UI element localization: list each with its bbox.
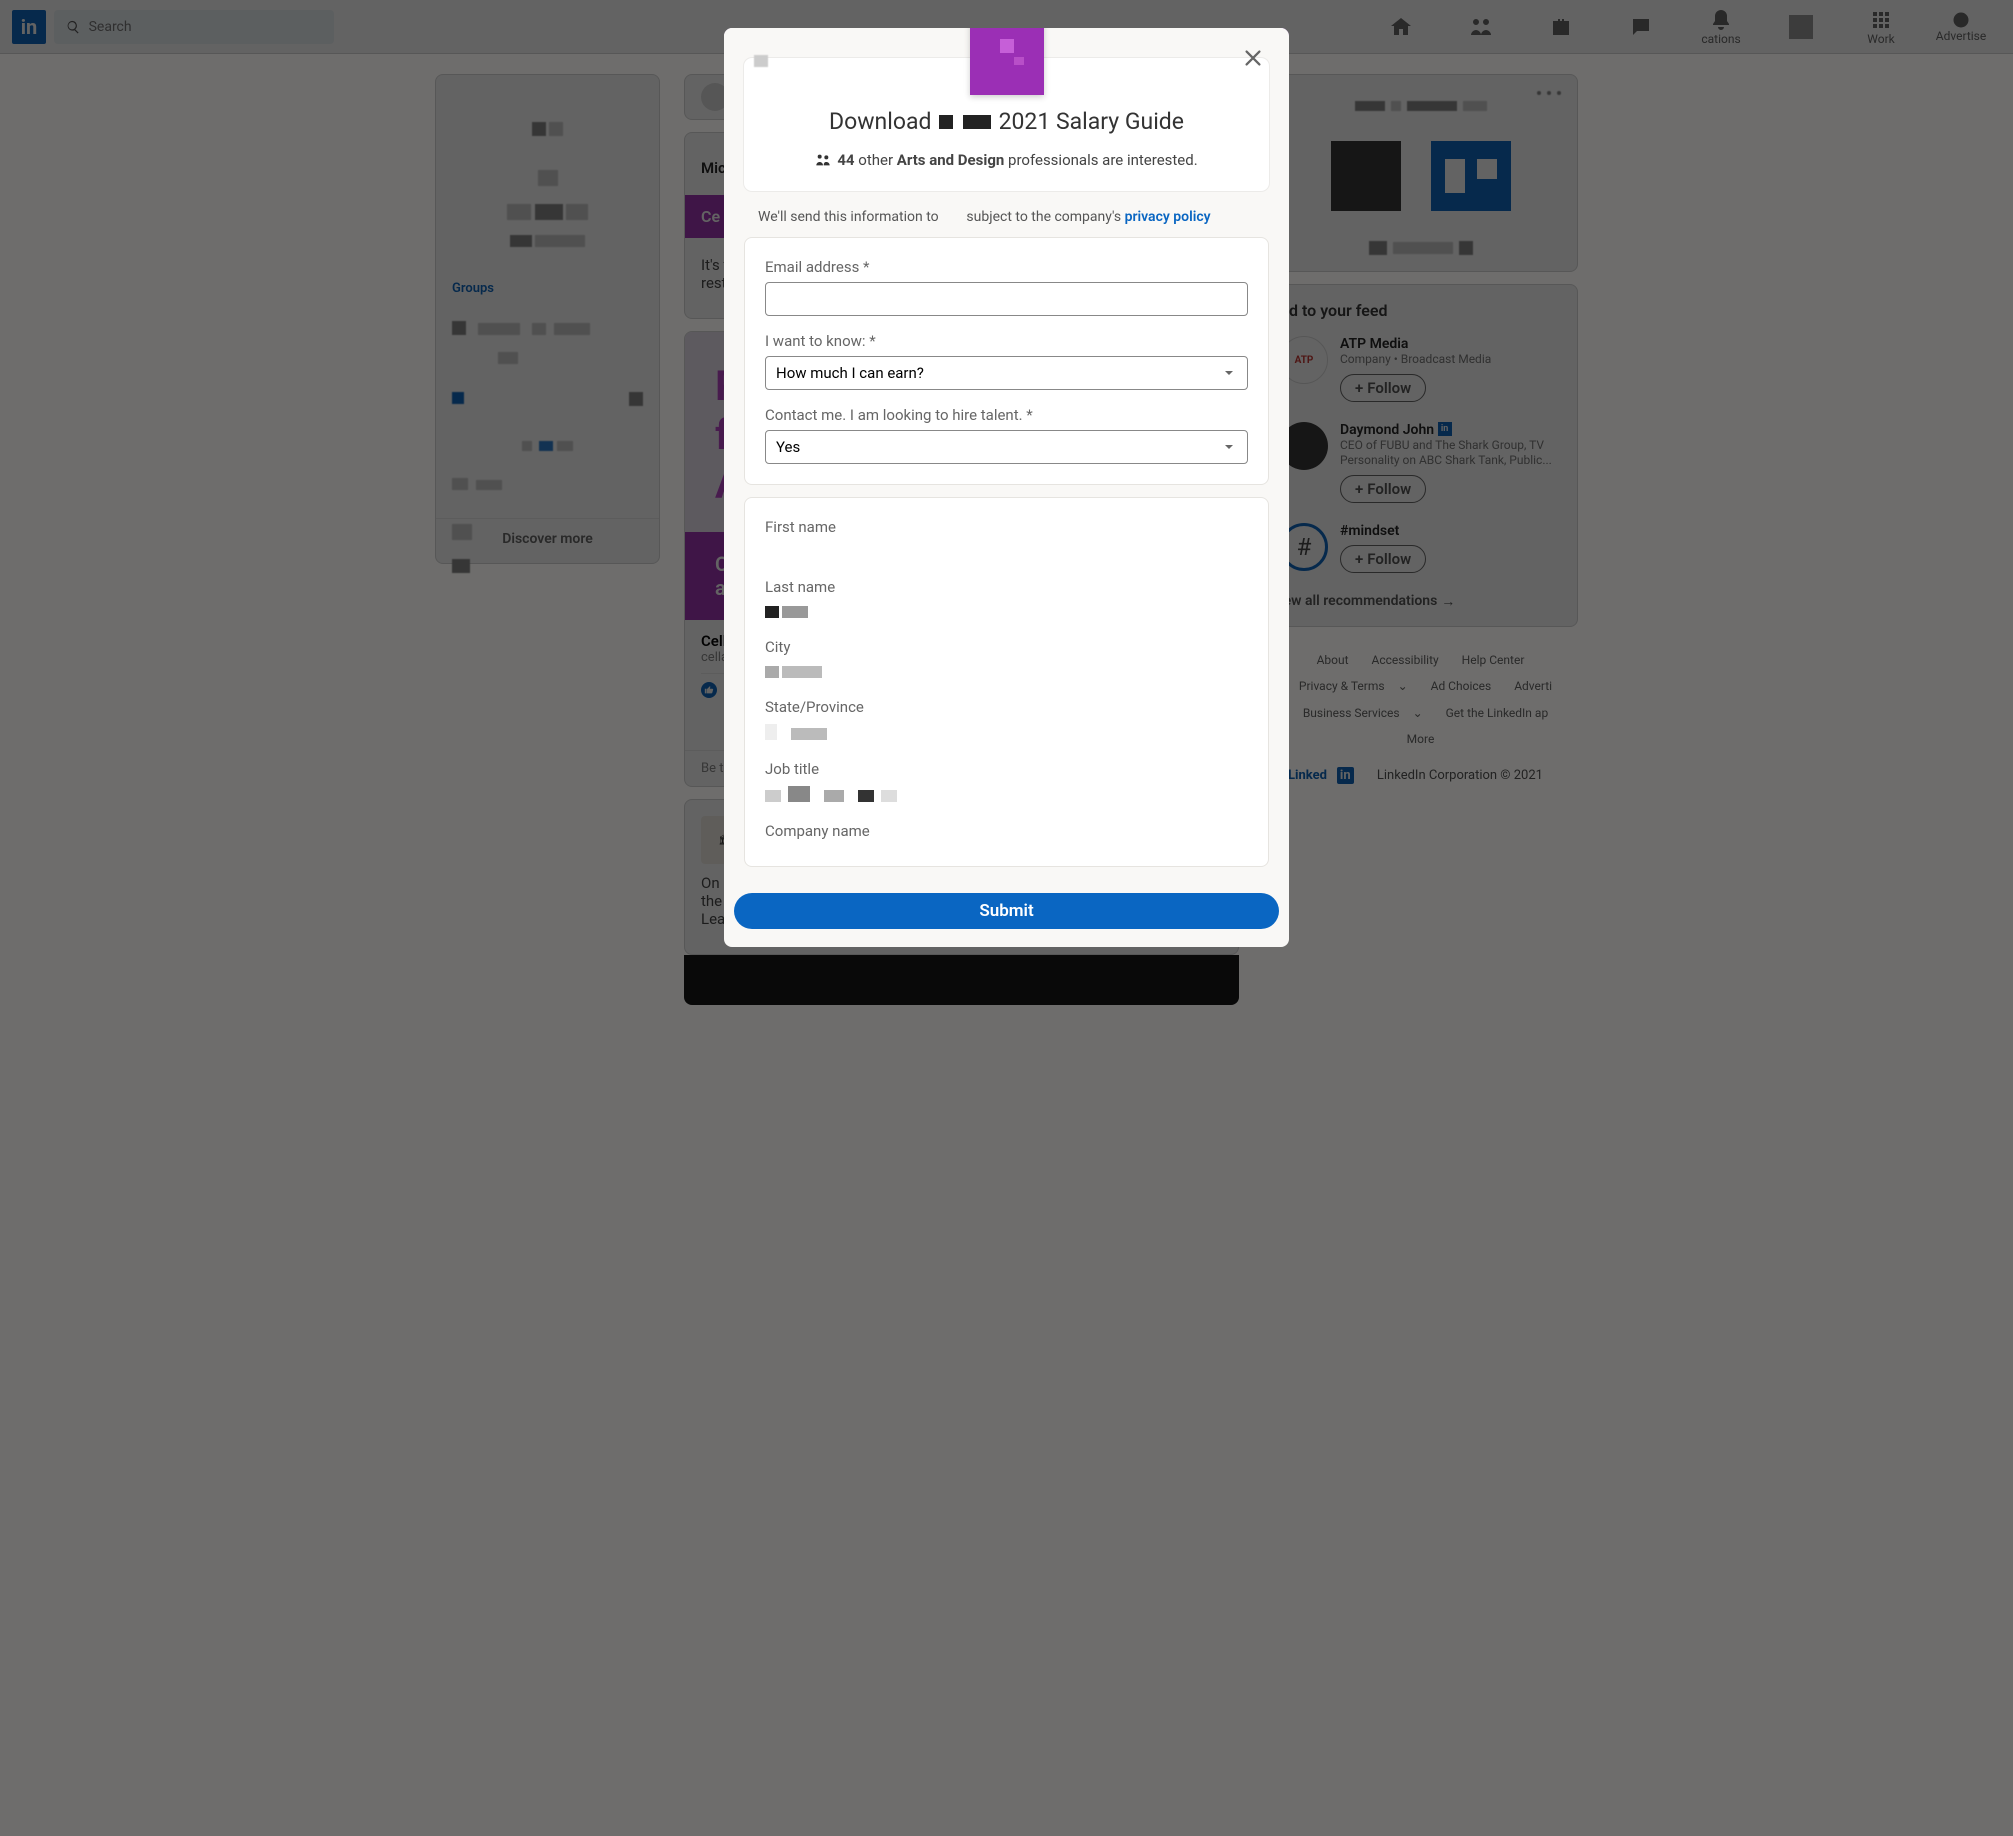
email-label: Email address * — [765, 258, 1248, 276]
people-icon — [815, 152, 831, 168]
contact-me-select[interactable]: Yes — [765, 430, 1248, 464]
first-name-value — [765, 542, 1248, 562]
form-card-prefilled: First name Last name City State/Province — [744, 497, 1269, 867]
job-title-value — [765, 784, 1248, 806]
state-label: State/Province — [765, 698, 1248, 716]
want-to-know-label: I want to know: * — [765, 332, 1248, 350]
interest-row: 44 other Arts and Design professionals a… — [764, 151, 1249, 169]
last-name-value — [765, 602, 1248, 622]
city-value — [765, 662, 1248, 682]
first-name-label: First name — [765, 518, 1248, 536]
form-card-required: Email address * I want to know: * How mu… — [744, 237, 1269, 485]
contact-me-label: Contact me. I am looking to hire talent.… — [765, 406, 1248, 424]
state-value — [765, 722, 1248, 744]
email-input[interactable] — [765, 282, 1248, 316]
disclaimer-line: We'll send this information to subject t… — [724, 191, 1289, 237]
submit-button[interactable]: Submit — [734, 893, 1279, 929]
company-name-label: Company name — [765, 822, 1248, 840]
city-label: City — [765, 638, 1248, 656]
modal-overlay: Prepare Download — [0, 0, 2013, 1836]
close-button[interactable] — [1237, 42, 1269, 74]
last-name-label: Last name — [765, 578, 1248, 596]
modal-title: Download 2021 Salary Guide — [764, 108, 1249, 135]
job-title-label: Job title — [765, 760, 1248, 778]
privacy-policy-link[interactable]: privacy policy — [1125, 209, 1211, 225]
lead-gen-modal: Prepare Download — [724, 28, 1289, 947]
want-to-know-select[interactable]: How much I can earn? — [765, 356, 1248, 390]
close-icon — [1242, 47, 1264, 69]
